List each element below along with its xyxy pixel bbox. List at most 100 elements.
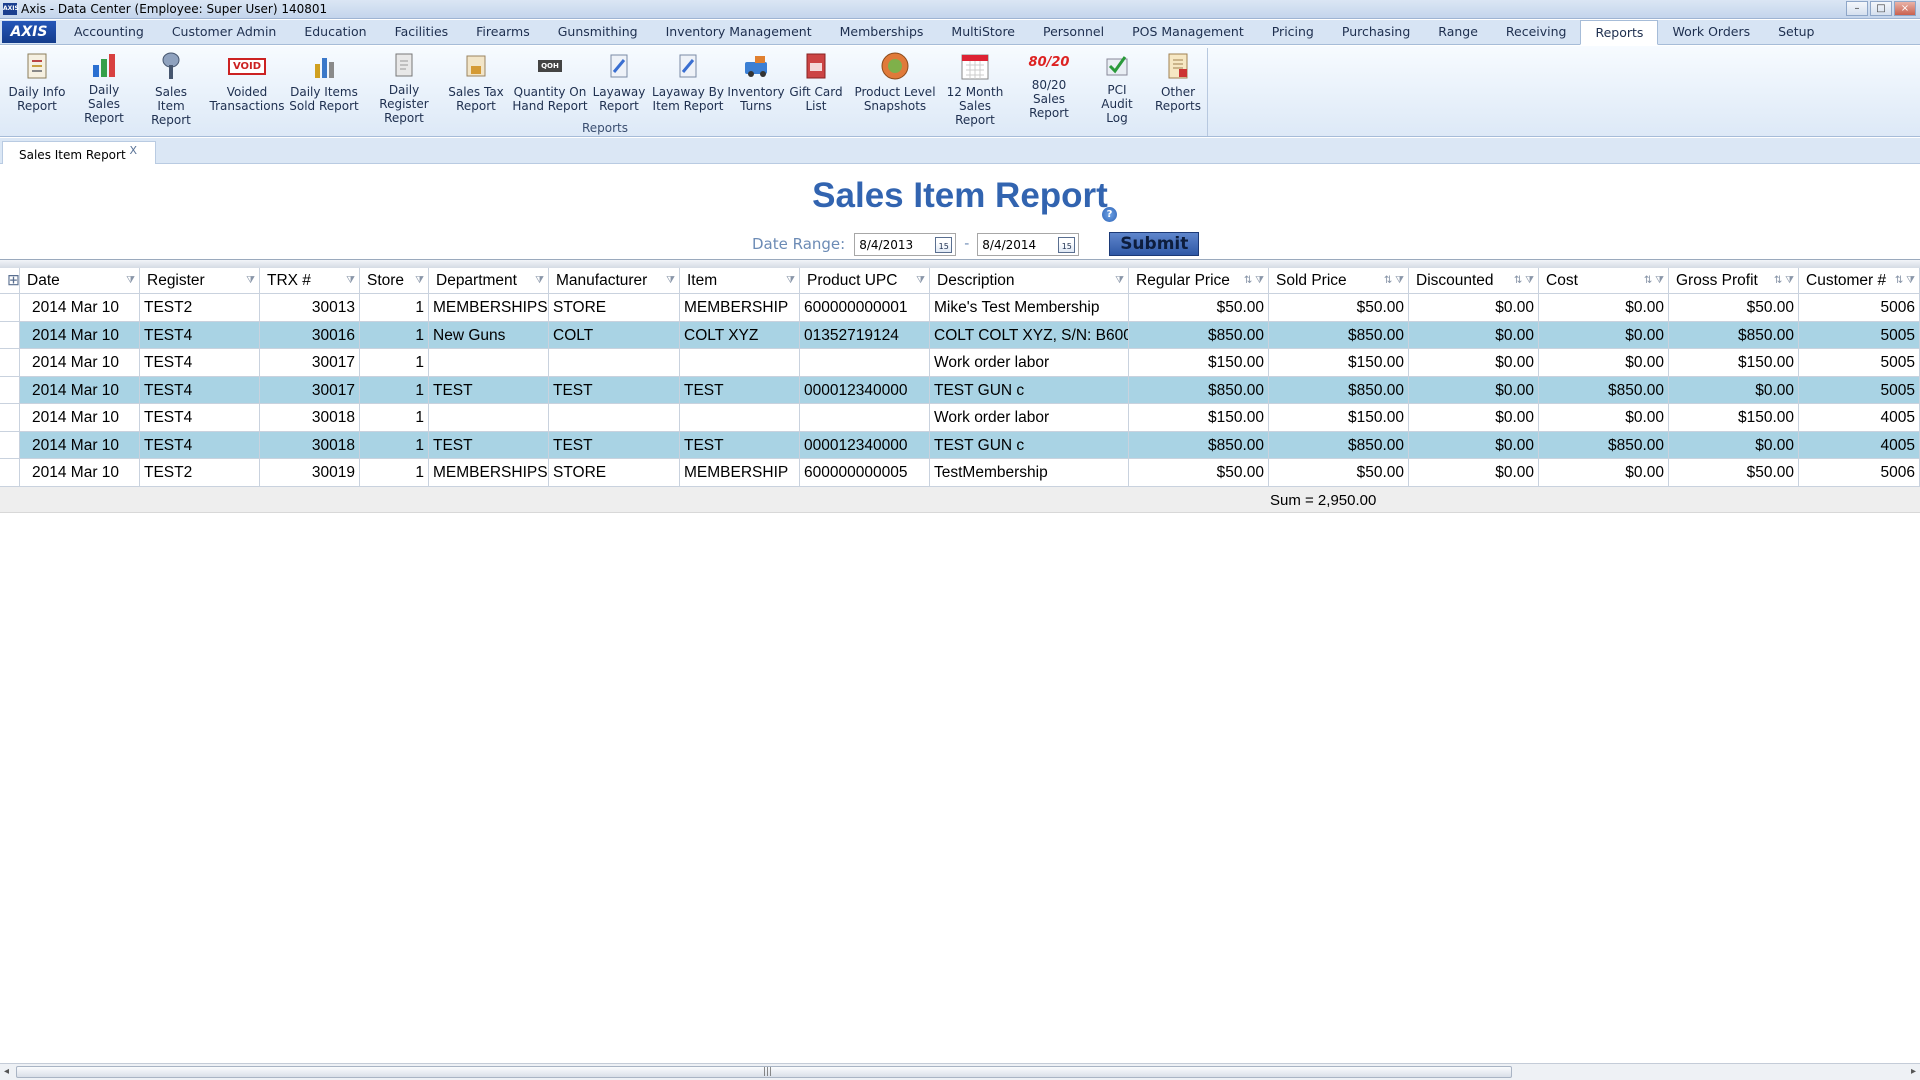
table-cell[interactable]: $0.00	[1409, 294, 1539, 321]
table-cell[interactable]: $50.00	[1269, 459, 1409, 486]
table-cell[interactable]: 2014 Mar 10	[20, 459, 140, 486]
ribbon-button-sales-item-report[interactable]: Sales Item Report	[140, 48, 202, 127]
column-header-discounted[interactable]: Discounted ⇅ ⧩	[1409, 268, 1539, 293]
table-cell[interactable]: 2014 Mar 10	[20, 349, 140, 376]
table-cell[interactable]: TEST4	[140, 431, 260, 458]
filter-icon[interactable]: ⇅ ⧩	[1895, 268, 1915, 293]
row-selector[interactable]	[0, 321, 20, 348]
table-cell[interactable]: 4005	[1799, 404, 1920, 431]
row-selector[interactable]	[0, 404, 20, 431]
filter-icon[interactable]: ⧩	[786, 268, 795, 293]
table-cell[interactable]: $0.00	[1409, 349, 1539, 376]
filter-icon[interactable]: ⧩	[246, 268, 255, 293]
table-cell[interactable]: $50.00	[1269, 294, 1409, 321]
doc-tab-close-button[interactable]: X	[129, 144, 137, 157]
table-cell[interactable]: TEST4	[140, 349, 260, 376]
table-cell[interactable]: $0.00	[1539, 404, 1669, 431]
table-cell[interactable]: $0.00	[1669, 376, 1799, 403]
table-row[interactable]: 2014 Mar 10 TEST4 30018 1 TEST TEST TEST 000012…	[0, 431, 1920, 459]
filter-icon[interactable]: ⇅ ⧩	[1244, 268, 1264, 293]
menu-tab-purchasing[interactable]: Purchasing	[1328, 20, 1424, 44]
table-cell[interactable]: 5006	[1799, 294, 1920, 321]
restore-button[interactable]: □	[1870, 1, 1892, 16]
menu-tab-range[interactable]: Range	[1424, 20, 1492, 44]
axis-logo[interactable]: AXIS	[2, 21, 56, 43]
table-cell[interactable]: $50.00	[1129, 294, 1269, 321]
menu-tab-firearms[interactable]: Firearms	[462, 20, 544, 44]
table-cell[interactable]: $850.00	[1129, 321, 1269, 348]
menu-tab-accounting[interactable]: Accounting	[60, 20, 158, 44]
filter-icon[interactable]: ⧩	[666, 268, 675, 293]
column-header-description[interactable]: Description ⧩	[930, 268, 1129, 293]
column-header-gross-profit[interactable]: Gross Profit ⇅ ⧩	[1669, 268, 1799, 293]
menu-tab-education[interactable]: Education	[290, 20, 380, 44]
table-cell[interactable]: $0.00	[1409, 404, 1539, 431]
table-cell[interactable]: 1	[360, 294, 429, 321]
table-cell[interactable]: MEMBERSHIPS	[429, 459, 549, 486]
ribbon-button-layaway-report[interactable]: Layaway Report	[592, 48, 646, 120]
column-header-regular-price[interactable]: Regular Price ⇅ ⧩	[1129, 268, 1269, 293]
column-header-trx[interactable]: TRX # ⧩	[260, 268, 360, 293]
table-cell[interactable]: 1	[360, 349, 429, 376]
menu-tab-memberships[interactable]: Memberships	[826, 20, 938, 44]
help-icon[interactable]: ?	[1102, 207, 1117, 222]
table-cell[interactable]: $850.00	[1129, 431, 1269, 458]
menu-tab-receiving[interactable]: Receiving	[1492, 20, 1581, 44]
row-selector[interactable]	[0, 431, 20, 458]
table-cell[interactable]: STORE	[549, 294, 680, 321]
table-cell[interactable]: TEST GUN c	[930, 376, 1129, 403]
ribbon-button-product-level-snapshots[interactable]: Product Level Snapshots	[854, 48, 936, 120]
row-selector[interactable]	[0, 349, 20, 376]
table-cell[interactable]: STORE	[549, 459, 680, 486]
table-cell[interactable]	[549, 404, 680, 431]
table-cell[interactable]: $150.00	[1669, 349, 1799, 376]
table-cell[interactable]: 5005	[1799, 321, 1920, 348]
column-header-manufacturer[interactable]: Manufacturer ⧩	[549, 268, 680, 293]
table-cell[interactable]: 30017	[260, 376, 360, 403]
table-cell[interactable]: $850.00	[1539, 376, 1669, 403]
table-cell[interactable]: $150.00	[1129, 349, 1269, 376]
table-cell[interactable]: 1	[360, 431, 429, 458]
start-date-field[interactable]: 8/4/2013 15	[854, 232, 957, 256]
calendar-icon[interactable]: 15	[935, 236, 953, 253]
table-cell[interactable]: $150.00	[1269, 349, 1409, 376]
column-header-store[interactable]: Store ⧩	[360, 268, 429, 293]
table-cell[interactable]: $50.00	[1129, 459, 1269, 486]
table-cell[interactable]: Work order labor	[930, 349, 1129, 376]
table-cell[interactable]: TestMembership	[930, 459, 1129, 486]
column-header-date[interactable]: Date ⧩	[20, 268, 140, 293]
table-cell[interactable]: 30018	[260, 404, 360, 431]
table-cell[interactable]: 30016	[260, 321, 360, 348]
table-cell[interactable]: TEST4	[140, 376, 260, 403]
table-cell[interactable]: 30018	[260, 431, 360, 458]
ribbon-button-12-month-sales-report[interactable]: 12 Month Sales Report	[942, 48, 1008, 127]
table-row[interactable]: 2014 Mar 10 TEST4 30016 1 New Guns COLT COLT X…	[0, 321, 1920, 349]
table-cell[interactable]: TEST	[680, 431, 800, 458]
horizontal-scrollbar[interactable]: ◂ ||| ▸	[0, 1063, 1920, 1080]
ribbon-button-inventory-turns[interactable]: Inventory Turns	[727, 48, 785, 120]
filter-icon[interactable]: ⧩	[346, 268, 355, 293]
table-cell[interactable]: $0.00	[1409, 431, 1539, 458]
column-header-cost[interactable]: Cost ⇅ ⧩	[1539, 268, 1669, 293]
table-cell[interactable]: $850.00	[1269, 376, 1409, 403]
table-cell[interactable]: $0.00	[1539, 459, 1669, 486]
submit-button[interactable]: Submit	[1109, 232, 1200, 256]
column-header-customer[interactable]: Customer # ⇅ ⧩	[1799, 268, 1920, 293]
table-cell[interactable]: 1	[360, 321, 429, 348]
ribbon-button-layaway-by-item-report[interactable]: Layaway By Item Report	[652, 48, 724, 120]
table-cell[interactable]	[429, 404, 549, 431]
table-cell[interactable]: COLT	[549, 321, 680, 348]
column-chooser-icon[interactable]: ⊞	[0, 268, 20, 293]
table-cell[interactable]: 4005	[1799, 431, 1920, 458]
column-header-register[interactable]: Register ⧩	[140, 268, 260, 293]
table-cell[interactable]: $0.00	[1409, 459, 1539, 486]
table-cell[interactable]: 30017	[260, 349, 360, 376]
table-cell[interactable]: 30019	[260, 459, 360, 486]
table-cell[interactable]: TEST4	[140, 321, 260, 348]
ribbon-button-daily-register-report[interactable]: Daily Register Report	[364, 48, 444, 125]
filter-icon[interactable]: ⇅ ⧩	[1384, 268, 1404, 293]
ribbon-button-daily-sales-report[interactable]: Daily Sales Report	[72, 48, 136, 125]
table-cell[interactable]: $0.00	[1409, 376, 1539, 403]
table-cell[interactable]: TEST	[429, 431, 549, 458]
table-cell[interactable]: Work order labor	[930, 404, 1129, 431]
